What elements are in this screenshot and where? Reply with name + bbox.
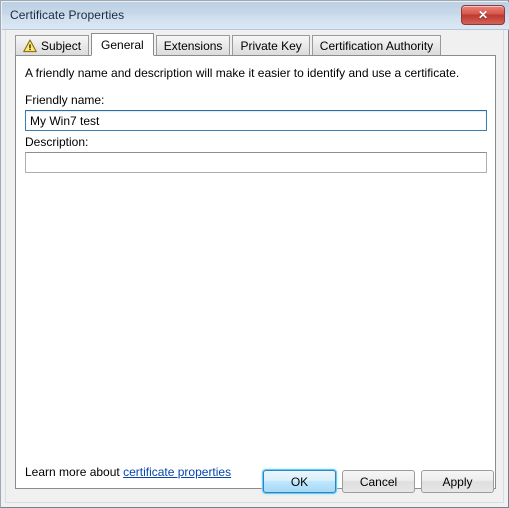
- tab-extensions[interactable]: Extensions: [155, 35, 231, 55]
- title-bar[interactable]: Certificate Properties ✕: [2, 2, 509, 30]
- close-icon: ✕: [477, 8, 489, 22]
- dialog-client-area: Subject General Extensions Private Key C…: [5, 30, 504, 503]
- tab-strip: Subject General Extensions Private Key C…: [15, 33, 443, 56]
- description-label: Description:: [25, 135, 89, 149]
- tab-private-key[interactable]: Private Key: [232, 35, 310, 55]
- warning-triangle-icon: [23, 39, 37, 53]
- intro-text: A friendly name and description will mak…: [25, 66, 460, 80]
- tab-certification-authority[interactable]: Certification Authority: [311, 35, 442, 55]
- description-input[interactable]: [25, 152, 487, 173]
- apply-button[interactable]: Apply: [421, 470, 494, 493]
- cancel-button[interactable]: Cancel: [342, 470, 415, 493]
- close-button[interactable]: ✕: [461, 5, 505, 25]
- window-title: Certificate Properties: [10, 8, 125, 22]
- tab-private-key-label: Private Key: [240, 38, 302, 53]
- certificate-properties-link[interactable]: certificate properties: [123, 465, 231, 479]
- tab-general[interactable]: General: [91, 33, 154, 56]
- dialog-button-bar: OK Cancel Apply: [263, 470, 494, 493]
- tab-certification-authority-label: Certification Authority: [319, 38, 434, 53]
- tab-extensions-label: Extensions: [163, 38, 223, 53]
- friendly-name-label: Friendly name:: [25, 93, 105, 107]
- tab-general-label: General: [101, 37, 144, 52]
- general-tab-panel: A friendly name and description will mak…: [15, 55, 496, 489]
- learn-more-prefix: Learn more about: [25, 465, 124, 479]
- certificate-properties-dialog: Certificate Properties ✕ Subject General…: [0, 0, 509, 508]
- ok-button[interactable]: OK: [263, 470, 336, 493]
- tab-subject-label: Subject: [41, 38, 82, 53]
- learn-more-row: Learn more about certificate properties: [25, 465, 231, 479]
- friendly-name-input[interactable]: [25, 110, 487, 131]
- tab-subject[interactable]: Subject: [15, 35, 90, 55]
